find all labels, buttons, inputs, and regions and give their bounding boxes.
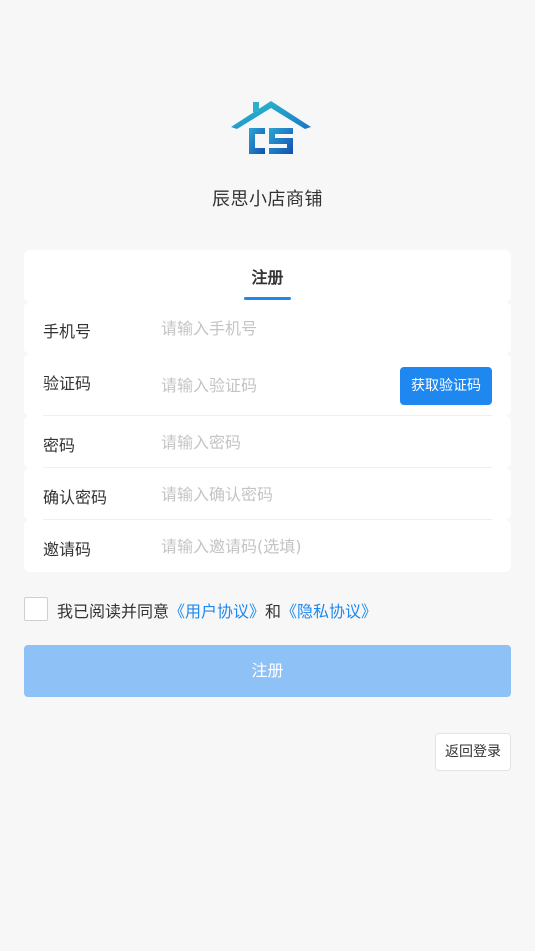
invite-row: 邀请码: [24, 520, 511, 572]
phone-row: 手机号: [24, 302, 511, 354]
back-to-login-button[interactable]: 返回登录: [435, 733, 511, 771]
phone-input[interactable]: [161, 316, 481, 340]
privacy-policy-link[interactable]: 《隐私协议》: [281, 602, 377, 621]
code-row: 验证码 获取验证码: [24, 354, 511, 416]
user-agreement-link[interactable]: 《用户协议》: [169, 602, 265, 621]
agreement-checkbox[interactable]: [24, 597, 48, 621]
tab-bar: 注册: [24, 250, 511, 302]
agreement-row: 我已阅读并同意《用户协议》和《隐私协议》: [24, 597, 504, 621]
tab-active-indicator: [244, 297, 291, 300]
get-code-button[interactable]: 获取验证码: [400, 367, 492, 405]
password-input[interactable]: [161, 430, 481, 454]
code-label: 验证码: [43, 374, 92, 393]
password-row: 密码: [24, 416, 511, 468]
agreement-conjunction: 和: [265, 602, 282, 621]
agreement-text: 我已阅读并同意《用户协议》和《隐私协议》: [57, 598, 377, 622]
app-name: 辰思小店商铺: [212, 189, 323, 210]
invite-input[interactable]: [161, 534, 481, 558]
password-label: 密码: [43, 436, 76, 455]
tab-register[interactable]: 注册: [24, 264, 511, 288]
register-button[interactable]: 注册: [24, 645, 511, 697]
phone-label: 手机号: [43, 322, 92, 341]
confirm-password-label: 确认密码: [43, 488, 108, 507]
confirm-password-row: 确认密码: [24, 468, 511, 520]
confirm-password-input[interactable]: [161, 482, 481, 506]
agreement-prefix: 我已阅读并同意: [57, 602, 170, 621]
app-logo-icon: [231, 101, 311, 154]
invite-label: 邀请码: [43, 540, 92, 559]
code-input[interactable]: [161, 373, 381, 397]
